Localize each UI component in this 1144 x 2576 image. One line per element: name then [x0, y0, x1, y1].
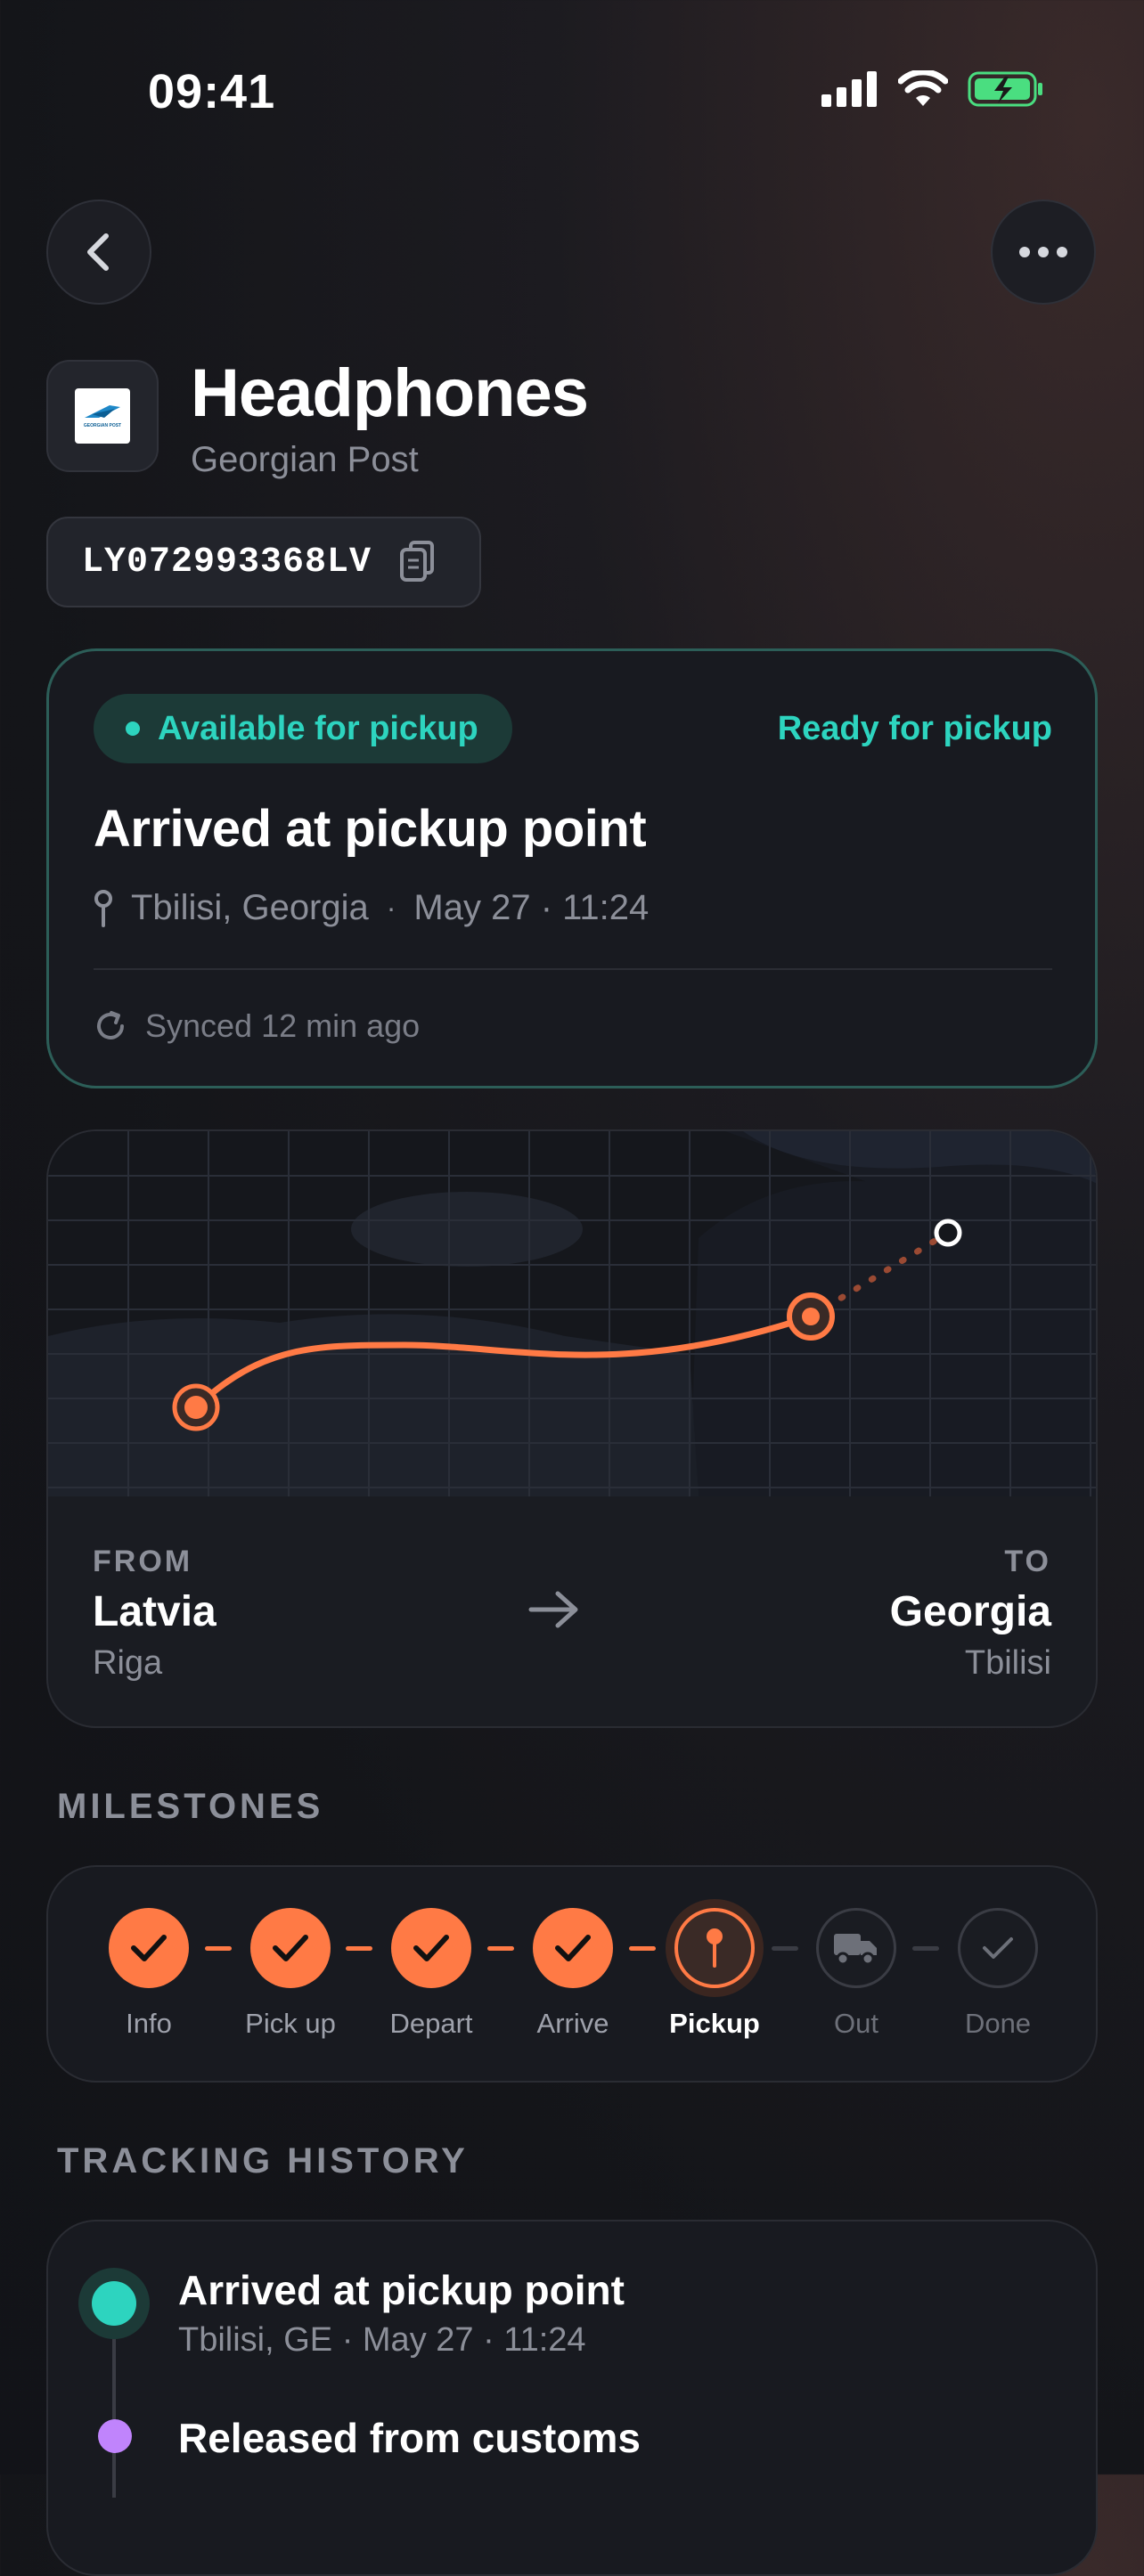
milestone-done[interactable]: Done: [927, 1908, 1069, 2040]
status-summary: Ready for pickup: [777, 710, 1052, 747]
carrier-name: Georgian Post: [191, 440, 419, 479]
status-title: Arrived at pickup point: [94, 800, 647, 858]
arrow-right-icon: [528, 1591, 578, 1628]
more-dots-icon: [1019, 247, 1067, 257]
pin-icon: [674, 1908, 755, 1988]
more-options-button[interactable]: [991, 200, 1096, 305]
carrier-logo: GEORGIAN POST: [46, 360, 159, 472]
history-event-title[interactable]: Arrived at pickup point: [178, 2266, 625, 2314]
destination-marker: [934, 1219, 962, 1247]
status-dot: [126, 721, 140, 736]
timeline-line: [112, 2319, 116, 2498]
destination-city: Tbilisi: [964, 1644, 1051, 1682]
milestone-label: Depart: [389, 2008, 473, 2039]
milestone-label: Pick up: [245, 2008, 336, 2039]
milestone-label: Done: [964, 2008, 1032, 2039]
card-divider: [94, 968, 1052, 970]
status-badge: Available for pickup: [94, 694, 512, 763]
cellular-signal-icon: [821, 71, 877, 107]
tracking-number: LY072993368LV: [82, 542, 372, 583]
back-button[interactable]: [46, 200, 151, 305]
milestone-arrive[interactable]: Arrive: [502, 1908, 644, 2040]
milestone-label: Arrive: [536, 2008, 609, 2039]
route-map-card[interactable]: FROM Latvia Riga TO Georgia Tbilisi: [46, 1129, 1098, 1728]
check-icon: [391, 1908, 471, 1988]
package-title: Headphones: [191, 355, 589, 431]
refresh-icon[interactable]: [94, 1009, 127, 1043]
tracking-number-chip[interactable]: LY072993368LV: [46, 517, 481, 607]
separator-dot: ·: [386, 892, 396, 924]
timeline-dot-current: [78, 2268, 150, 2339]
milestone-out[interactable]: Out: [785, 1908, 927, 2040]
envelope-bird-icon: [85, 405, 120, 418]
from-label: FROM: [93, 1545, 193, 1578]
synced-text: Synced 12 min ago: [145, 1007, 421, 1044]
chevron-left-icon: [87, 233, 109, 271]
milestone-pickup-current[interactable]: Pickup: [643, 1908, 786, 2040]
status-location: Tbilisi, Georgia: [131, 888, 369, 927]
status-icons: [821, 69, 1044, 109]
truck-icon: [816, 1908, 896, 1988]
status-location-row: Tbilisi, Georgia · May 27 · 11:24: [94, 888, 649, 928]
milestone-pick-up[interactable]: Pick up: [219, 1908, 362, 2040]
wifi-icon: [898, 70, 948, 106]
status-time: 09:41: [148, 65, 276, 118]
carrier-logo-text: GEORGIAN POST: [83, 423, 122, 428]
to-label: TO: [1004, 1545, 1051, 1578]
copy-icon[interactable]: [398, 539, 437, 585]
origin-city: Riga: [93, 1644, 163, 1682]
milestone-label: Out: [834, 2008, 878, 2039]
destination-country: Georgia: [889, 1588, 1051, 1635]
pin-icon: [94, 889, 112, 927]
tracking-history-card: Arrived at pickup point Tbilisi, GE · Ma…: [46, 2220, 1098, 2576]
status-badge-label: Available for pickup: [158, 709, 478, 747]
tracking-history-heading: TRACKING HISTORY: [57, 2141, 469, 2181]
origin-country: Latvia: [93, 1588, 217, 1635]
status-datetime: May 27 · 11:24: [413, 888, 650, 927]
sync-status[interactable]: Synced 12 min ago: [94, 1007, 420, 1045]
timeline-dot: [98, 2419, 132, 2453]
milestones-heading: MILESTONES: [57, 1787, 324, 1826]
history-event-subtitle: Tbilisi, GE · May 27 · 11:24: [178, 2321, 586, 2359]
check-icon: [109, 1908, 189, 1988]
milestones-card: Info Pick up Depart Arrive Pickup Out Do…: [46, 1865, 1098, 2083]
history-event-title[interactable]: Released from customs: [178, 2414, 641, 2462]
milestone-label: Info: [126, 2008, 172, 2039]
battery-charging-icon: [968, 71, 1042, 107]
milestone-depart[interactable]: Depart: [360, 1908, 503, 2040]
milestone-info[interactable]: Info: [78, 1908, 220, 2040]
route-map[interactable]: [48, 1131, 1098, 1496]
current-status-card[interactable]: Available for pickup Ready for pickup Ar…: [46, 648, 1098, 1088]
check-icon: [250, 1908, 331, 1988]
check-icon: [958, 1908, 1038, 1988]
milestone-label: Pickup: [669, 2008, 760, 2039]
check-icon: [533, 1908, 613, 1988]
